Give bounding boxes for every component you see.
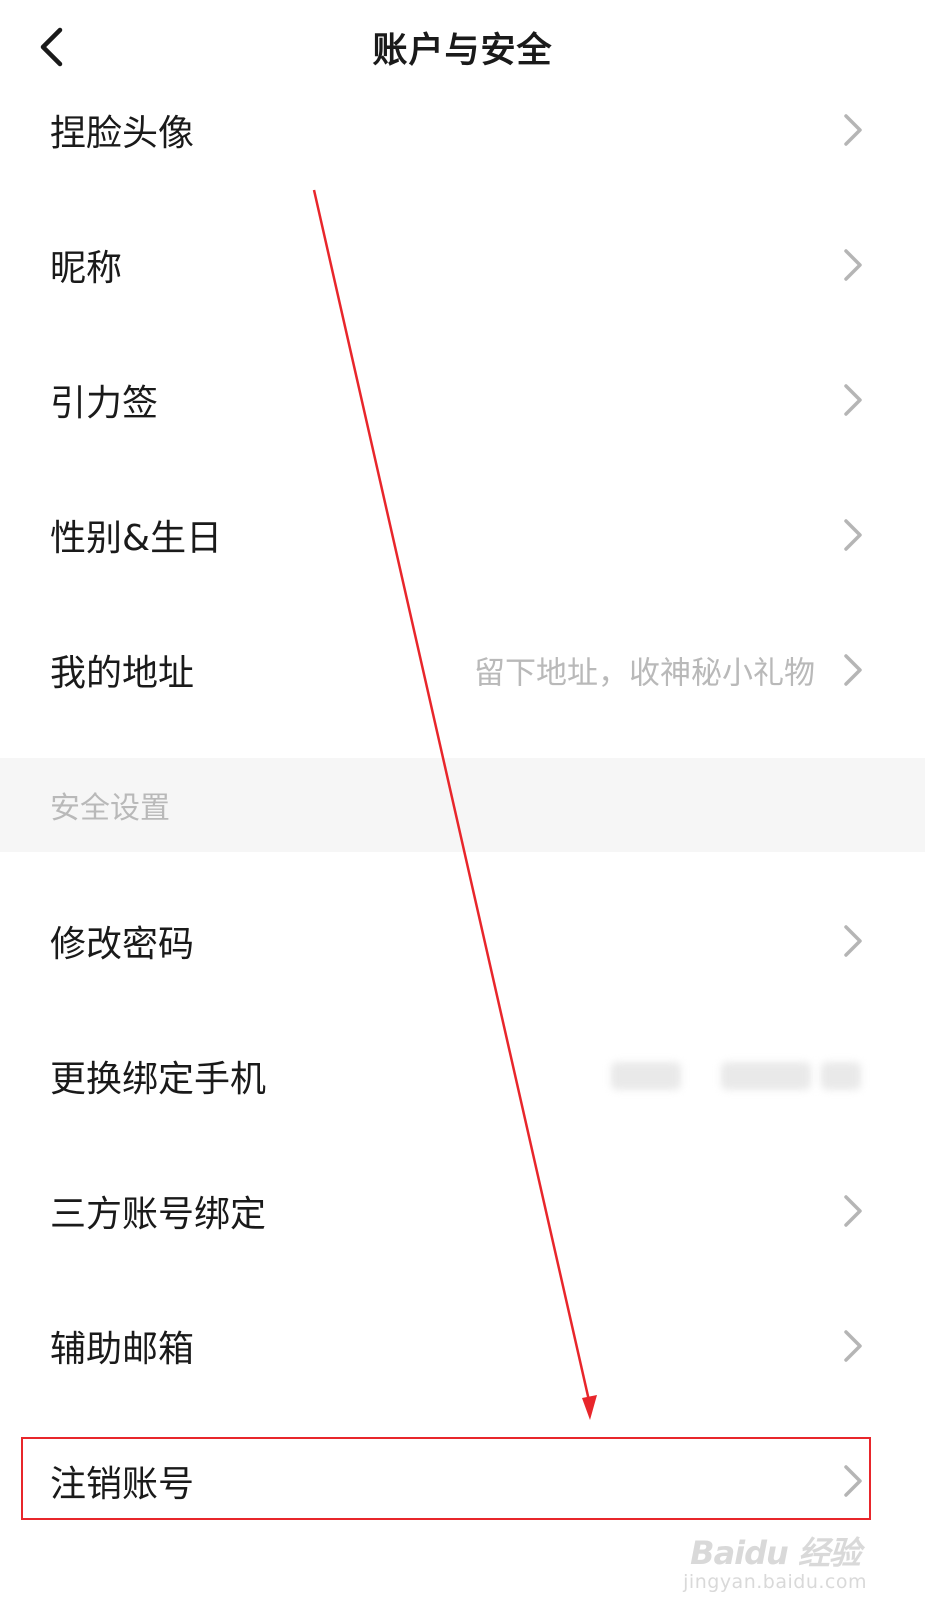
menu-item-gender-birthday[interactable]: 性别&生日 [0,467,925,602]
menu-item-my-address[interactable]: 我的地址 留下地址，收神秘小礼物 [0,602,925,737]
menu-item-label: 性别&生日 [50,517,223,559]
chevron-right-icon [844,1194,862,1227]
menu-item-nickname[interactable]: 昵称 [0,197,925,332]
watermark-sub: jingyan.baidu.com [683,1571,867,1593]
menu-item-delete-account[interactable]: 注销账号 [0,1413,925,1548]
menu-item-label: 修改密码 [50,923,195,965]
menu-item-label: 更换绑定手机 [50,1058,267,1100]
menu-item-change-phone[interactable]: 更换绑定手机 [0,1008,925,1143]
menu-item-label: 我的地址 [50,652,195,694]
menu-item-face-avatar[interactable]: 捏脸头像 [0,62,925,197]
menu-item-label: 辅助邮箱 [50,1328,195,1370]
menu-item-label: 捏脸头像 [50,112,195,154]
menu-item-change-password[interactable]: 修改密码 [0,873,925,1008]
menu-item-label: 三方账号绑定 [50,1193,267,1235]
section-header-security: 安全设置 [0,758,925,852]
chevron-right-icon [844,248,862,281]
menu-item-label: 注销账号 [50,1463,195,1505]
chevron-right-icon [844,1329,862,1362]
menu-item-backup-email[interactable]: 辅助邮箱 [0,1278,925,1413]
chevron-right-icon [844,518,862,551]
chevron-right-icon [844,383,862,416]
menu-item-signature[interactable]: 引力签 [0,332,925,467]
address-hint: 留下地址，收神秘小礼物 [474,655,815,691]
menu-item-third-party-binding[interactable]: 三方账号绑定 [0,1143,925,1278]
chevron-right-icon [844,1464,862,1497]
chevron-right-icon [844,113,862,146]
menu-item-label: 昵称 [50,247,123,289]
blurred-phone-number [611,1052,861,1100]
menu-item-label: 引力签 [50,382,159,424]
section-title: 安全设置 [50,791,170,826]
chevron-right-icon [844,924,862,957]
chevron-right-icon [844,653,862,686]
